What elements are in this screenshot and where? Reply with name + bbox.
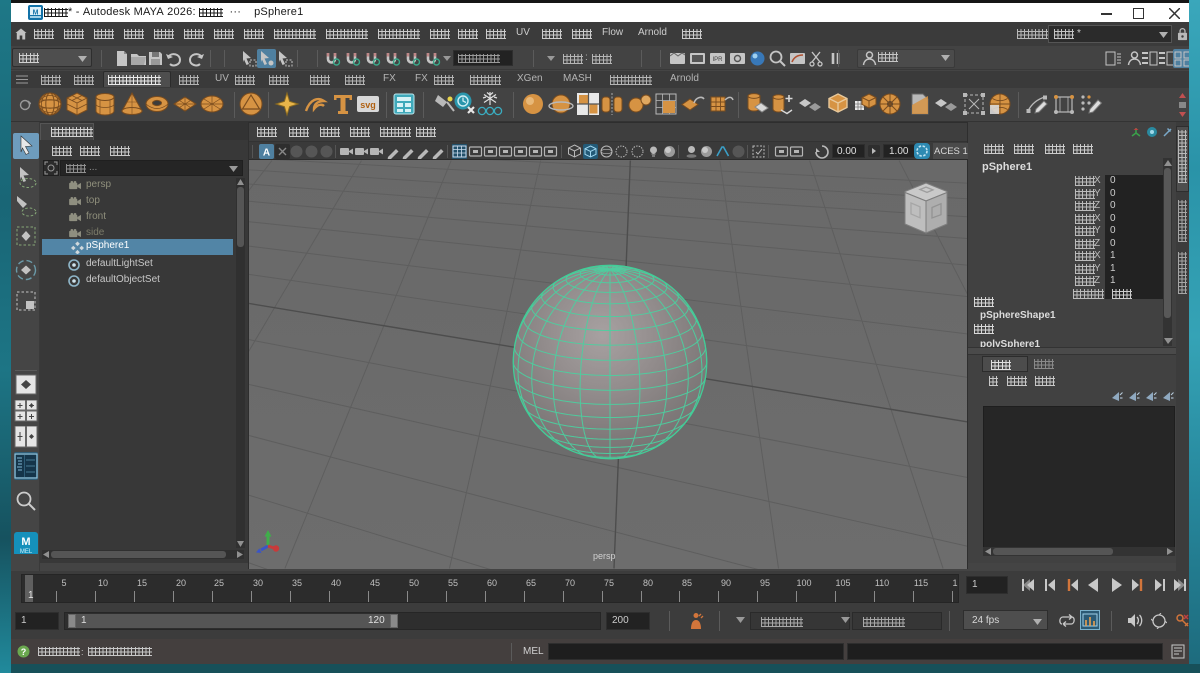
svg-text:M: M: [21, 536, 30, 548]
svg-text:?: ?: [21, 647, 27, 657]
svg-text:M: M: [33, 10, 39, 17]
svg-text:MEL: MEL: [20, 549, 33, 554]
svg-text:svg: svg: [360, 100, 376, 110]
svg-text:A: A: [263, 148, 270, 159]
svg-text:IPR: IPR: [712, 57, 723, 63]
